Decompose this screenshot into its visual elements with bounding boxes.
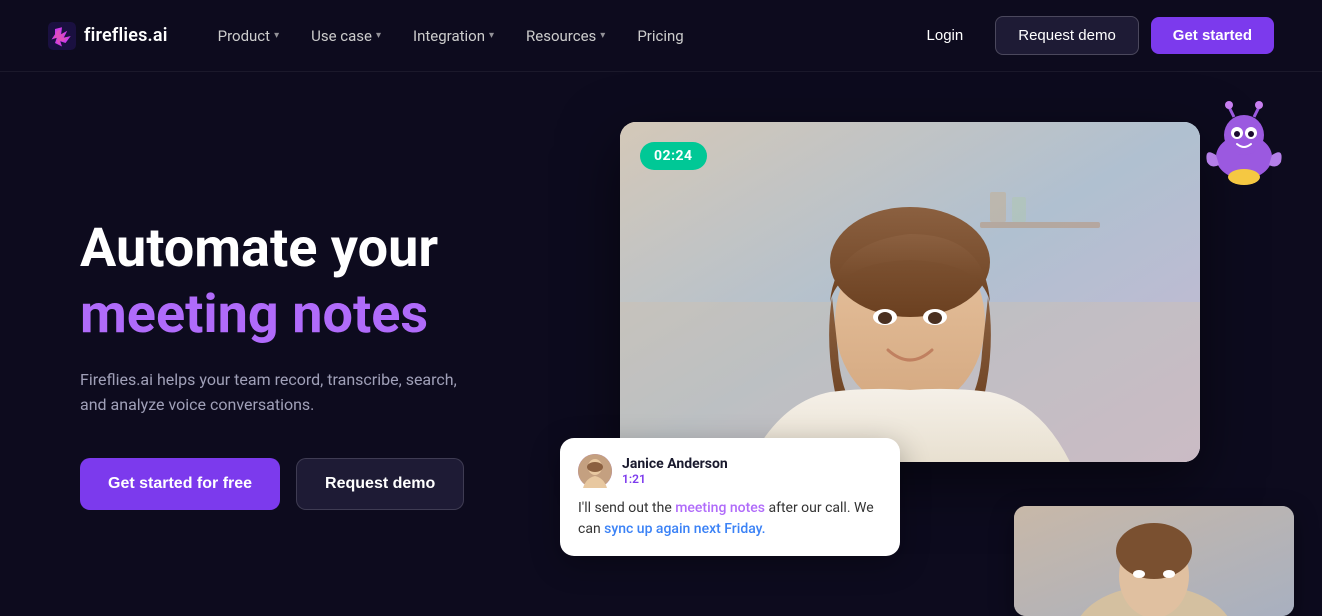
nav-links: Product ▾ Use case ▾ Integration ▾ Resou… (204, 19, 907, 53)
person-in-call (620, 122, 1200, 462)
nav-resources[interactable]: Resources ▾ (512, 19, 619, 53)
hero-title-line2: meeting notes (80, 284, 560, 346)
login-button[interactable]: Login (907, 17, 984, 54)
bottom-video-thumbnail (1014, 506, 1294, 616)
robot-mascot (1199, 97, 1289, 187)
nav-use-case-label: Use case (311, 27, 372, 45)
hero-title-line1: Automate your (80, 218, 560, 280)
logo-icon (48, 22, 76, 50)
nav-right: Login Request demo Get started (907, 16, 1274, 55)
brand-name: fireflies.ai (84, 25, 168, 46)
nav-integration-label: Integration (413, 27, 485, 45)
chevron-down-icon: ▾ (376, 30, 381, 41)
chat-time: 1:21 (622, 472, 728, 486)
hero-buttons: Get started for free Request demo (80, 458, 560, 510)
video-background (620, 122, 1200, 462)
nav-pricing[interactable]: Pricing (623, 19, 697, 53)
avatar (578, 454, 612, 488)
nav-pricing-label: Pricing (637, 27, 683, 45)
get-started-free-button[interactable]: Get started for free (80, 458, 280, 510)
chat-bubble: Janice Anderson 1:21 I'll send out the m… (560, 438, 900, 556)
nav-use-case[interactable]: Use case ▾ (297, 19, 395, 53)
hero-subtitle: Fireflies.ai helps your team record, tra… (80, 367, 480, 418)
chat-user-details: Janice Anderson 1:21 (622, 456, 728, 486)
chat-link-meeting-notes[interactable]: meeting notes (675, 500, 765, 516)
nav-product[interactable]: Product ▾ (204, 19, 293, 53)
hero-visual: 02:24 (560, 112, 1274, 616)
nav-product-label: Product (218, 27, 270, 45)
navbar: fireflies.ai Product ▾ Use case ▾ Integr… (0, 0, 1322, 72)
chat-message: I'll send out the meeting notes after ou… (578, 498, 882, 540)
chat-link-sync[interactable]: sync up again next Friday. (604, 521, 765, 537)
chat-text-start: I'll send out the (578, 500, 675, 516)
chevron-down-icon: ▾ (489, 30, 494, 41)
request-demo-button-hero[interactable]: Request demo (296, 458, 464, 510)
logo[interactable]: fireflies.ai (48, 22, 168, 50)
chat-username: Janice Anderson (622, 456, 728, 472)
chevron-down-icon: ▾ (274, 30, 279, 41)
timer-badge: 02:24 (640, 142, 707, 170)
hero-content: Automate your meeting notes Fireflies.ai… (80, 218, 560, 509)
chevron-down-icon: ▾ (600, 30, 605, 41)
nav-resources-label: Resources (526, 27, 596, 45)
get-started-button-nav[interactable]: Get started (1151, 17, 1274, 54)
video-card: 02:24 (620, 122, 1200, 462)
hero-section: Automate your meeting notes Fireflies.ai… (0, 72, 1322, 616)
nav-integration[interactable]: Integration ▾ (399, 19, 508, 53)
chat-user-info: Janice Anderson 1:21 (578, 454, 882, 488)
request-demo-button-nav[interactable]: Request demo (995, 16, 1139, 55)
